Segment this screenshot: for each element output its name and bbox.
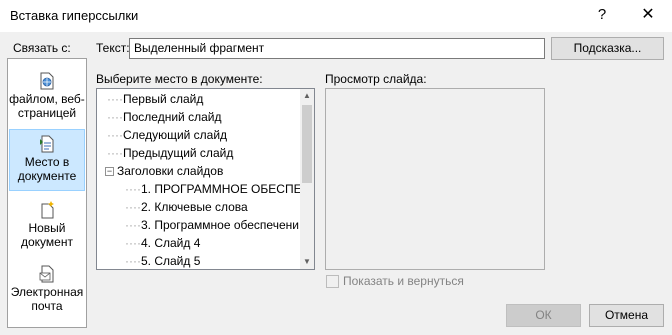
tree-item-label: Предыдущий слайд (122, 146, 234, 160)
sidebar-item-label: файлом, веб- (9, 92, 85, 106)
scroll-up-icon[interactable]: ▲ (300, 89, 314, 103)
cancel-button[interactable]: Отмена (589, 304, 664, 327)
tree-item-label: 3. Программное обеспечени (140, 218, 299, 232)
sidebar-item-label: Место в (24, 155, 70, 169)
link-to-heading: Связать с: (13, 41, 71, 55)
help-button[interactable]: ? (591, 4, 613, 26)
tree-item-label: Следующий слайд (122, 128, 228, 142)
tree-item[interactable]: ····5. Слайд 5 (125, 252, 201, 269)
tree-item[interactable]: ····Первый слайд (107, 90, 203, 108)
sidebar-item-label: Новый (28, 221, 66, 235)
show-and-return-label: Показать и вернуться (343, 274, 464, 288)
window-title: Вставка гиперссылки (10, 8, 139, 23)
tree-item-label: 1. ПРОГРАММНОЕ ОБЕСПЕЧ (140, 182, 310, 196)
tree-item[interactable]: ····Предыдущий слайд (107, 144, 233, 162)
tree-item-label: 5. Слайд 5 (140, 254, 201, 268)
sidebar-item-label: страницей (17, 106, 77, 120)
tree-item-label: Последний слайд (122, 110, 222, 124)
tree-item[interactable]: ····2. Ключевые слова (125, 198, 248, 216)
tree-item[interactable]: ····3. Программное обеспечени (125, 216, 299, 234)
display-text-input[interactable]: Выделенный фрагмент (129, 38, 545, 59)
tree-item[interactable]: − Заголовки слайдов (105, 162, 223, 180)
document-place-icon (40, 135, 54, 153)
sidebar-item-file-web[interactable]: файлом, веб- страницей (9, 70, 85, 128)
place-in-document-label: Выберите место в документе: (96, 72, 263, 86)
tree-scrollbar[interactable]: ▲ ▼ (300, 89, 314, 269)
sidebar-item-label: документ (21, 235, 73, 249)
ok-button[interactable]: ОК (506, 304, 581, 327)
file-web-icon (40, 72, 54, 90)
scroll-down-icon[interactable]: ▼ (300, 255, 314, 269)
show-and-return-checkbox[interactable] (326, 275, 339, 288)
sidebar-item-email[interactable]: Электронная почта (9, 263, 85, 319)
sidebar-item-label: документе (17, 169, 77, 183)
tree-item-label: Заголовки слайдов (117, 164, 224, 178)
tree-item[interactable]: ····Последний слайд (107, 108, 221, 126)
tree-item-label: 2. Ключевые слова (140, 200, 248, 214)
tree-item-label: Первый слайд (122, 92, 204, 106)
tree-item[interactable]: ····1. ПРОГРАММНОЕ ОБЕСПЕЧ (125, 180, 310, 198)
email-icon (39, 265, 54, 283)
new-document-icon (41, 201, 54, 219)
slide-preview-label: Просмотр слайда: (325, 72, 427, 86)
document-place-tree: ····Первый слайд ····Последний слайд ···… (96, 88, 315, 270)
tree-item-label: 4. Слайд 4 (140, 236, 201, 250)
text-field-label: Текст: (96, 41, 130, 55)
link-type-sidebar: файлом, веб- страницей Место в документе… (7, 58, 87, 328)
collapse-icon[interactable]: − (105, 167, 114, 177)
scroll-thumb[interactable] (302, 105, 312, 183)
sidebar-item-label: почта (31, 299, 63, 313)
sidebar-item-label: Электронная (10, 285, 84, 299)
sidebar-item-new-document[interactable]: Новый документ (9, 199, 85, 253)
sidebar-item-place-in-document[interactable]: Место в документе (9, 129, 85, 191)
title-bar: Вставка гиперссылки ? ✕ (0, 0, 672, 32)
tree-item[interactable]: ····4. Слайд 4 (125, 234, 200, 252)
close-button[interactable]: ✕ (634, 4, 662, 26)
slide-preview-pane (325, 88, 545, 270)
tree-item[interactable]: ····Следующий слайд (107, 126, 227, 144)
screen-tip-button[interactable]: Подсказка... (551, 37, 664, 60)
